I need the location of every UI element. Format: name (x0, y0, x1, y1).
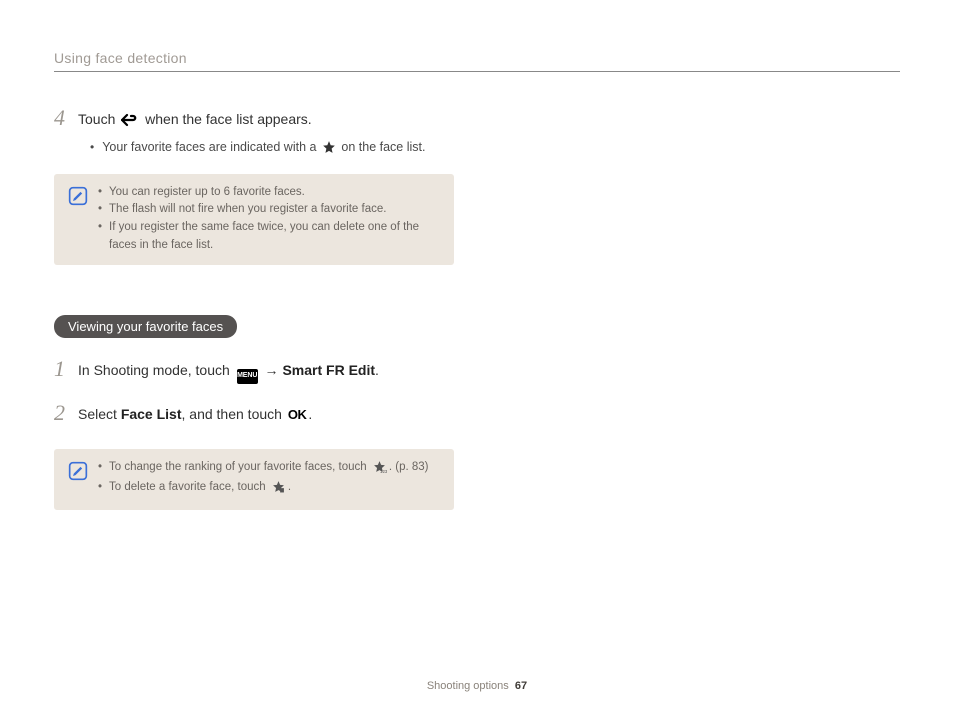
step-4-sub-content: Your favorite faces are indicated with a… (102, 139, 425, 160)
note-1-item-1-text: You can register up to 6 favorite faces. (109, 184, 305, 202)
section-heading-pill: Viewing your favorite faces (54, 315, 237, 338)
step-1-bold: Smart FR Edit (282, 362, 375, 378)
step-2-mid: , and then touch (182, 406, 286, 422)
step-number: 1 (54, 358, 68, 380)
step-4-sub-after: on the face list. (338, 140, 426, 154)
note-2-item-2-after: . (288, 481, 291, 493)
step-1-text: In Shooting mode, touch MENU → Smart FR … (78, 358, 454, 384)
manual-page: Using face detection 4 Touch when the fa… (0, 0, 954, 720)
note-pencil-icon (68, 461, 88, 501)
page-header-rule: Using face detection (54, 50, 900, 72)
step-4-after: when the face list appears. (141, 111, 311, 127)
note-1-item-2-text: The flash will not fire when you registe… (109, 201, 386, 219)
note-2-item-2: • To delete a favorite face, touch . (98, 479, 442, 500)
note-2-item-1-after: . (p. 83) (389, 461, 429, 473)
note-2-item-1: • To change the ranking of your favorite… (98, 459, 442, 480)
step-1-before: In Shooting mode, touch (78, 362, 234, 378)
note-1-item-1: •You can register up to 6 favorite faces… (98, 184, 442, 202)
content-column: 4 Touch when the face list appears. • Yo… (54, 107, 454, 510)
note-1-list: •You can register up to 6 favorite faces… (98, 184, 442, 255)
step-4-before: Touch (78, 111, 119, 127)
step-2-bold: Face List (121, 406, 182, 422)
step-2-before: Select (78, 406, 121, 422)
note-2-item-1-before: To change the ranking of your favorite f… (109, 461, 370, 473)
step-1-end: . (375, 362, 379, 378)
ok-icon: OK (288, 407, 307, 422)
note-box-2: • To change the ranking of your favorite… (54, 449, 454, 511)
bullet-dot: • (90, 139, 94, 160)
note-2-list: • To change the ranking of your favorite… (98, 459, 442, 501)
note-1-item-2: •The flash will not fire when you regist… (98, 201, 442, 219)
step-4-sub-bullet: • Your favorite faces are indicated with… (90, 139, 454, 160)
star-delete-icon (271, 480, 286, 500)
note-box-1: •You can register up to 6 favorite faces… (54, 174, 454, 265)
svg-text:123: 123 (380, 469, 387, 473)
step-1: 1 In Shooting mode, touch MENU → Smart F… (54, 358, 454, 384)
menu-icon: MENU (237, 369, 258, 384)
note-2-item-2-content: To delete a favorite face, touch . (109, 479, 291, 500)
note-2-item-2-before: To delete a favorite face, touch (109, 481, 269, 493)
note-pencil-icon (68, 186, 88, 255)
step-2: 2 Select Face List, and then touch OK. (54, 402, 454, 425)
note-1-item-3: •If you register the same face twice, yo… (98, 219, 442, 255)
step-4-text: Touch when the face list appears. (78, 107, 454, 133)
step-1-arrow: → (261, 362, 283, 378)
step-2-text: Select Face List, and then touch OK. (78, 402, 454, 425)
note-1-item-3-text: If you register the same face twice, you… (109, 219, 442, 255)
page-footer: Shooting options 67 (0, 680, 954, 692)
footer-section-label: Shooting options (427, 680, 509, 692)
footer-page-number: 67 (515, 680, 527, 692)
star-rank-icon: 123 (372, 460, 387, 480)
step-4: 4 Touch when the face list appears. (54, 107, 454, 133)
step-number: 4 (54, 107, 68, 129)
page-header-title: Using face detection (54, 50, 187, 66)
step-number: 2 (54, 402, 68, 424)
step-2-end: . (308, 406, 312, 422)
star-icon (322, 140, 336, 160)
step-4-sub-before: Your favorite faces are indicated with a (102, 140, 320, 154)
back-arrow-icon (121, 112, 139, 133)
note-2-item-1-content: To change the ranking of your favorite f… (109, 459, 428, 480)
